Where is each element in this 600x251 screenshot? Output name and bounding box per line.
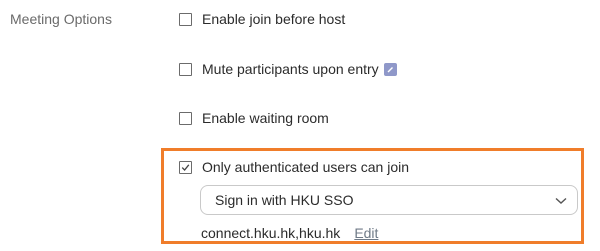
domains-text: connect.hku.hk,hku.hk: [201, 225, 341, 241]
option-enable-join-before-host[interactable]: Enable join before host: [179, 11, 345, 27]
edit-domains-link[interactable]: Edit: [354, 225, 378, 241]
authentication-method-select[interactable]: Sign in with HKU SSO: [200, 185, 578, 215]
chevron-down-icon: [555, 192, 567, 208]
option-label: Enable waiting room: [202, 110, 329, 126]
checkbox-unchecked[interactable]: [179, 62, 192, 76]
option-mute-participants-upon-entry[interactable]: Mute participants upon entry: [179, 61, 397, 77]
option-label: Mute participants upon entry: [202, 61, 379, 77]
selected-auth-option: Sign in with HKU SSO: [215, 192, 354, 208]
checkbox-unchecked[interactable]: [179, 111, 192, 125]
checkbox-unchecked[interactable]: [179, 12, 192, 26]
checkbox-checked[interactable]: [179, 160, 192, 174]
allowed-domains: connect.hku.hk,hku.hk Edit: [201, 225, 378, 241]
meeting-options-label: Meeting Options: [10, 11, 112, 27]
option-enable-waiting-room[interactable]: Enable waiting room: [179, 110, 329, 126]
option-label: Enable join before host: [202, 11, 346, 27]
info-icon[interactable]: [383, 62, 397, 76]
option-label: Only authenticated users can join: [202, 159, 410, 175]
option-only-authenticated-users-can-join[interactable]: Only authenticated users can join: [179, 159, 409, 175]
